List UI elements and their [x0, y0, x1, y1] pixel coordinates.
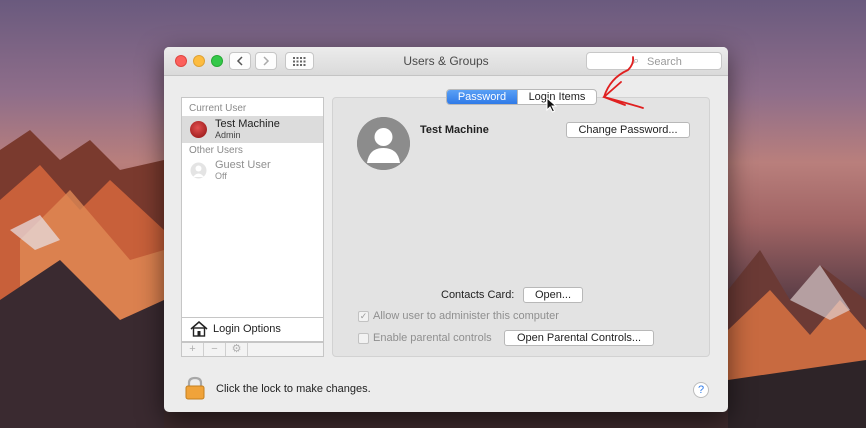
parental-controls-checkbox[interactable] — [358, 333, 369, 344]
guest-user-status: Off — [215, 171, 227, 181]
allow-admin-checkbox[interactable]: ✓ — [358, 311, 369, 322]
change-password-button[interactable]: Change Password... — [566, 122, 690, 138]
login-options-item[interactable]: Login Options — [181, 318, 324, 342]
parental-controls-label: Enable parental controls — [373, 332, 492, 344]
user-role: Admin — [215, 130, 241, 140]
lock-icon[interactable] — [184, 376, 206, 400]
search-field[interactable]: ⌕ Search — [586, 52, 722, 70]
search-placeholder: Search — [647, 56, 682, 68]
tab-password[interactable]: Password — [447, 90, 517, 104]
user-list-toolbar: + − ⚙ — [181, 342, 324, 357]
remove-user-button[interactable]: − — [204, 343, 226, 356]
add-user-button[interactable]: + — [182, 343, 204, 356]
person-silhouette-icon — [357, 117, 410, 170]
help-button[interactable]: ? — [693, 382, 709, 398]
allow-admin-label: Allow user to administer this computer — [373, 310, 559, 322]
user-picture[interactable] — [357, 117, 410, 170]
user-full-name: Test Machine — [420, 124, 489, 136]
search-icon: ⌕ — [633, 55, 640, 67]
other-users-header: Other Users — [189, 145, 243, 156]
lock-message: Click the lock to make changes. — [216, 383, 371, 395]
users-groups-window: Users & Groups ⌕ Search Current User Tes… — [164, 47, 728, 412]
user-name: Test Machine — [215, 118, 280, 130]
user-row-test-machine[interactable]: Test Machine Admin — [182, 116, 323, 143]
mouse-cursor-icon — [546, 97, 558, 113]
user-avatar — [190, 121, 207, 138]
contacts-open-button[interactable]: Open... — [523, 287, 583, 303]
user-list: Current User Test Machine Admin Other Us… — [181, 97, 324, 318]
guest-user-name: Guest User — [215, 159, 271, 171]
contacts-card-label: Contacts Card: — [441, 289, 515, 301]
tab-control: Password Login Items — [446, 89, 597, 105]
title-bar: Users & Groups ⌕ Search — [164, 47, 728, 76]
guest-avatar-icon — [190, 162, 207, 179]
open-parental-controls-button[interactable]: Open Parental Controls... — [504, 330, 654, 346]
gear-icon[interactable]: ⚙ — [226, 343, 248, 356]
current-user-header: Current User — [189, 103, 247, 114]
login-options-label: Login Options — [213, 323, 281, 335]
user-row-guest[interactable]: Guest User Off — [182, 157, 323, 184]
house-icon — [190, 321, 208, 337]
